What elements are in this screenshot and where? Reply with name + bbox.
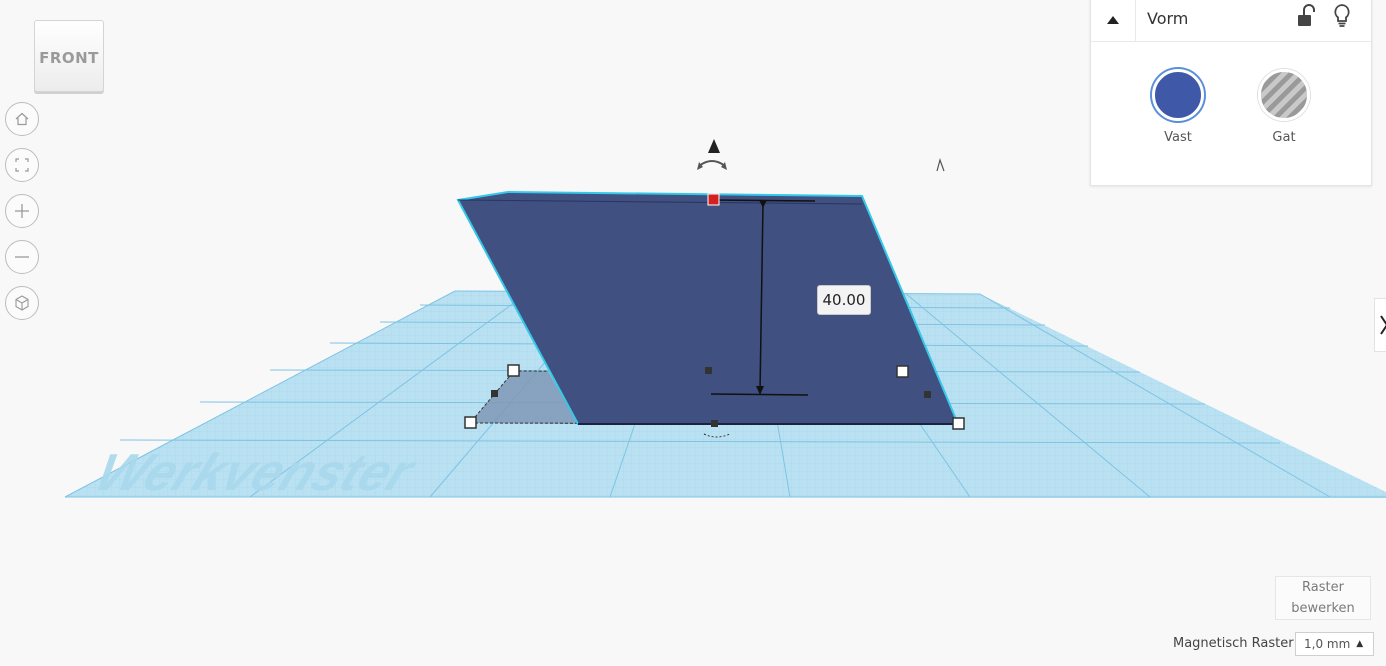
edge-handle-right[interactable]	[924, 391, 931, 398]
caret-up-icon: ▲	[1356, 639, 1364, 649]
edit-grid-label-line1: Raster	[1302, 580, 1344, 595]
hole-label: Gat	[1272, 130, 1296, 145]
edit-grid-label-line2: bewerken	[1291, 601, 1355, 616]
caret-up-icon	[1107, 16, 1119, 24]
edge-handle-back[interactable]	[705, 367, 712, 374]
solid-color-swatch[interactable]	[1152, 69, 1204, 121]
snap-grid-label: Magnetisch Raster	[1173, 636, 1294, 651]
edit-grid-button[interactable]: Raster bewerken	[1275, 576, 1371, 620]
solid-label: Vast	[1164, 130, 1192, 145]
corner-handle-front-left[interactable]	[464, 416, 477, 429]
hole-swatch[interactable]	[1258, 69, 1310, 121]
edge-handle-front[interactable]	[711, 420, 718, 427]
snap-grid-select[interactable]: 1,0 mm ▲	[1295, 632, 1374, 656]
snap-grid-value: 1,0 mm	[1304, 637, 1351, 651]
shape-panel-header: Vorm	[1091, 0, 1371, 42]
lightbulb-icon[interactable]	[1331, 3, 1353, 29]
shape-inspector-panel: Vorm Vast Gat	[1090, 0, 1372, 186]
lift-handle[interactable]	[697, 139, 727, 170]
corner-handle-back-left[interactable]	[507, 364, 520, 377]
chevron-right-icon	[1380, 315, 1386, 335]
expand-sidebar-tab[interactable]	[1374, 298, 1386, 352]
workplane-watermark: Werkvenster	[87, 444, 424, 502]
unlock-icon[interactable]	[1295, 3, 1317, 29]
corner-handle-back-right[interactable]	[896, 365, 909, 378]
corner-handle-front-right[interactable]	[952, 417, 965, 430]
shape-panel-title: Vorm	[1147, 9, 1189, 28]
rotate-handle-top[interactable]	[936, 158, 945, 172]
height-value-input[interactable]: 40.00	[817, 285, 871, 315]
collapse-panel-button[interactable]	[1091, 0, 1136, 41]
edge-handle-left[interactable]	[491, 390, 498, 397]
height-handle[interactable]	[707, 193, 720, 206]
